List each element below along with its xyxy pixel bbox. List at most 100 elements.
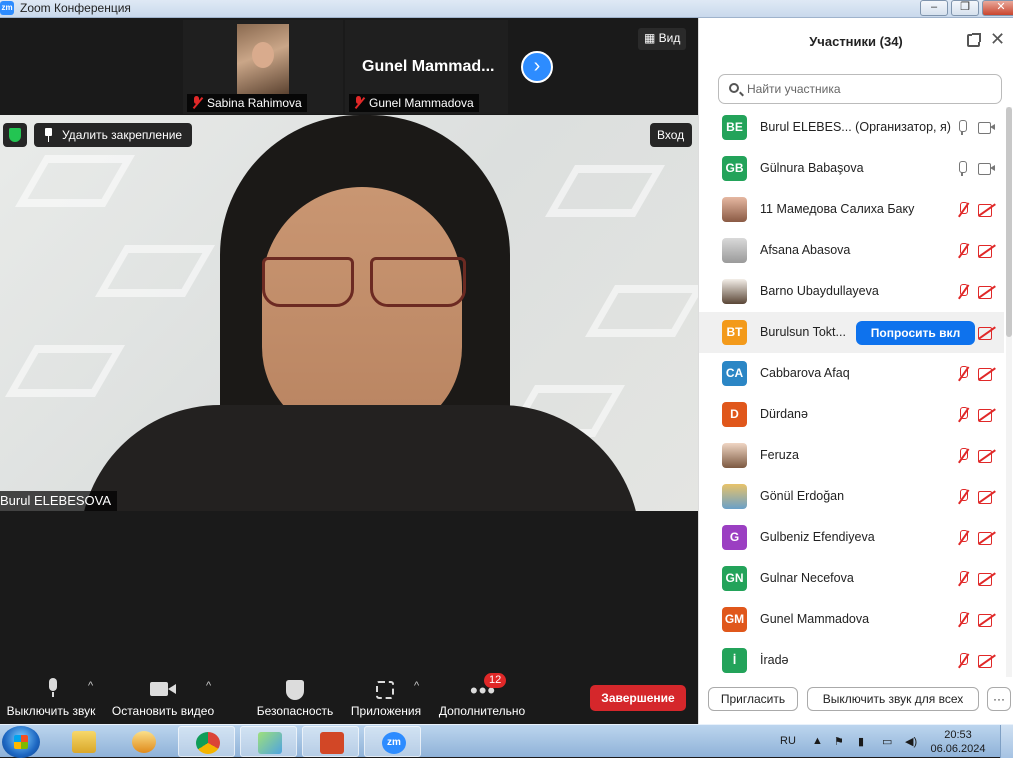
participant-row[interactable]: CA Cabbarova Afaq (699, 353, 1004, 394)
enter-button[interactable]: Вход (650, 123, 693, 147)
show-desktop-button[interactable] (1000, 725, 1013, 758)
language-indicator[interactable]: RU (780, 735, 796, 747)
apps-button[interactable]: Приложения (348, 672, 424, 722)
avatar (722, 279, 747, 304)
next-page-button[interactable]: › (521, 51, 553, 83)
participant-row[interactable]: Feruza (699, 435, 1004, 476)
zoom-icon: zm (382, 732, 406, 754)
close-window-button[interactable]: ✕ (982, 0, 1013, 16)
participant-name: Afsana Abasova (760, 243, 851, 257)
unpin-button[interactable]: Удалить закрепление (34, 123, 193, 147)
battery-icon[interactable]: ▭ (882, 735, 892, 748)
mute-all-button[interactable]: Выключить звук для всех (807, 687, 979, 711)
camera-off-icon[interactable] (978, 285, 996, 299)
camera-off-icon[interactable] (978, 326, 996, 340)
video-options-chevron-icon[interactable]: ^ (206, 680, 211, 692)
maximize-button[interactable]: ❐ (951, 0, 979, 16)
avatar: İ (722, 648, 747, 673)
photos-taskbar-button[interactable] (240, 726, 297, 757)
system-clock[interactable]: 20:53 06.06.2024 (928, 728, 988, 756)
camera-off-icon[interactable] (978, 531, 996, 545)
mute-options-chevron-icon[interactable]: ^ (88, 680, 93, 692)
volume-icon[interactable]: ◀) (905, 735, 917, 748)
participant-name: Gulbeniz Efendiyeva (760, 530, 875, 544)
microphone-icon[interactable] (958, 161, 967, 176)
participant-row[interactable]: BE Burul ELEBES... (Организатор, я) (699, 107, 1004, 148)
security-button[interactable]: Безопасность (255, 672, 335, 722)
encryption-shield-icon[interactable] (3, 123, 27, 147)
camera-off-icon[interactable] (978, 244, 996, 258)
zoom-taskbar-button[interactable]: zm (364, 726, 421, 757)
mic-muted-icon[interactable] (956, 489, 970, 505)
participant-search[interactable] (718, 74, 1002, 104)
camera-icon[interactable] (978, 163, 996, 175)
participant-row[interactable]: BT Burulsun Tokt... Попросить вкл (699, 312, 1004, 353)
powerpoint-icon (320, 732, 344, 754)
mic-muted-icon[interactable] (956, 407, 970, 423)
search-input[interactable] (745, 79, 995, 99)
participant-name: İradə (760, 653, 789, 667)
popout-icon[interactable] (967, 33, 981, 47)
minimize-button[interactable]: – (920, 0, 948, 16)
start-button[interactable] (2, 726, 40, 758)
participant-row[interactable]: 11 Мамедова Салиха Баку (699, 189, 1004, 230)
close-panel-icon[interactable]: ✕ (990, 30, 1005, 48)
mic-muted-icon[interactable] (956, 202, 970, 218)
participant-name: Dürdanə (760, 407, 808, 421)
invite-button[interactable]: Пригласить (708, 687, 798, 711)
meeting-toolbar: Выключить звук ^ Остановить видео ^ Безо… (0, 672, 698, 724)
view-button[interactable]: ▦ Вид (638, 28, 687, 50)
camera-off-icon[interactable] (978, 613, 996, 627)
participant-row[interactable]: D Dürdanə (699, 394, 1004, 435)
microphone-icon[interactable] (958, 120, 967, 135)
camera-off-icon[interactable] (978, 367, 996, 381)
file-explorer-taskbar-button[interactable] (55, 726, 112, 757)
camera-off-icon[interactable] (978, 203, 996, 217)
chrome-taskbar-button[interactable] (178, 726, 235, 757)
mic-muted-icon[interactable] (956, 366, 970, 382)
show-hidden-icons-icon[interactable]: ▲ (812, 735, 823, 747)
powerpoint-taskbar-button[interactable] (302, 726, 359, 757)
avatar: GM (722, 607, 747, 632)
camera-off-icon[interactable] (978, 572, 996, 586)
mic-muted-icon[interactable] (956, 243, 970, 259)
ask-to-unmute-button[interactable]: Попросить вкл (856, 321, 975, 345)
thumbnail-name: Sabina Rahimova (187, 94, 307, 112)
participant-row[interactable]: GN Gulnar Necefova (699, 558, 1004, 599)
video-area: Sabina Rahimova Gunel Mammadova Gunel Ma… (0, 18, 698, 724)
participant-row[interactable]: G Gulbeniz Efendiyeva (699, 517, 1004, 558)
camera-icon[interactable] (978, 122, 996, 134)
more-button[interactable]: ••• 12 Дополнительно (436, 672, 528, 722)
more-options-button[interactable]: ··· (987, 687, 1011, 711)
search-icon (729, 83, 739, 93)
camera-off-icon[interactable] (978, 654, 996, 668)
end-meeting-button[interactable]: Завершение (590, 685, 686, 711)
media-player-taskbar-button[interactable] (115, 726, 172, 757)
mic-muted-icon[interactable] (956, 571, 970, 587)
participant-row[interactable]: Afsana Abasova (699, 230, 1004, 271)
participant-row[interactable]: Gönül Erdoğan (699, 476, 1004, 517)
camera-off-icon[interactable] (978, 449, 996, 463)
camera-off-icon[interactable] (978, 408, 996, 422)
mic-muted-icon[interactable] (956, 653, 970, 669)
apps-options-chevron-icon[interactable]: ^ (414, 680, 419, 692)
mute-button[interactable]: Выключить звук (4, 672, 98, 722)
stop-video-button[interactable]: Остановить видео (110, 672, 216, 722)
mic-muted-icon[interactable] (956, 284, 970, 300)
participants-scrollbar[interactable] (1006, 107, 1012, 677)
mic-muted-icon[interactable] (956, 448, 970, 464)
mic-muted-icon[interactable] (956, 530, 970, 546)
thumbnail-sabina[interactable]: Sabina Rahimova (183, 20, 343, 114)
camera-off-icon[interactable] (978, 490, 996, 504)
mic-muted-icon[interactable] (956, 612, 970, 628)
participant-row[interactable]: İ İradə (699, 640, 1004, 680)
participant-row[interactable]: GM Gunel Mammadova (699, 599, 1004, 640)
participants-list: BE Burul ELEBES... (Организатор, я) GB Güln… (699, 107, 1004, 680)
chrome-icon (196, 732, 220, 754)
network-icon[interactable]: ▮ (858, 735, 864, 748)
mic-muted-icon (353, 96, 364, 109)
avatar (722, 238, 747, 263)
participant-row[interactable]: Barno Ubaydullayeva (699, 271, 1004, 312)
participant-row[interactable]: GB Gülnura Babaşova (699, 148, 1004, 189)
action-center-icon[interactable]: ⚑ (834, 735, 844, 748)
